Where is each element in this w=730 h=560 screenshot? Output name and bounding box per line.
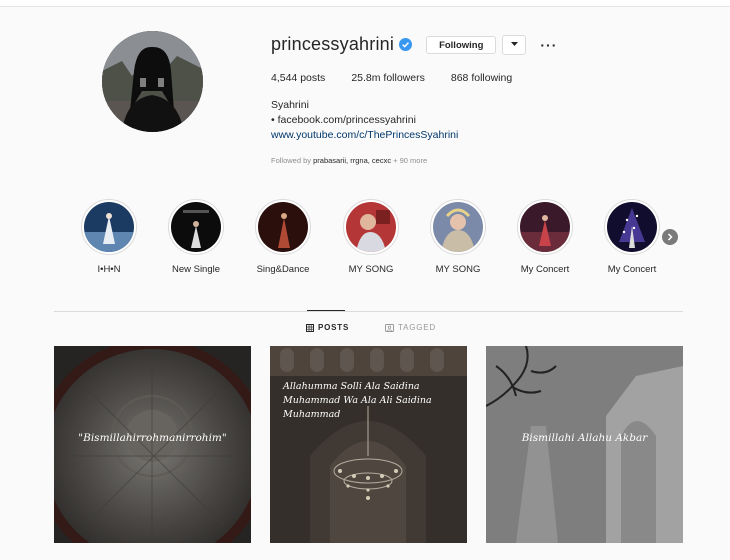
highlight-label: MY SONG [348,264,394,275]
following-button[interactable]: Following [426,35,497,54]
highlight-label: MY SONG [435,264,481,275]
highlight-label: New Single [171,264,221,275]
highlight-ring [81,199,137,255]
chevron-right-icon [667,233,673,241]
highlight-my-concert-1[interactable]: My Concert [506,199,584,275]
highlight-cover [433,202,483,252]
post-image [486,346,683,543]
highlight-ring [168,199,224,255]
followed-by-more: + 90 more [393,156,428,165]
highlight-ring [517,199,573,255]
top-nav-edge [0,0,730,7]
highlight-cover [520,202,570,252]
following-stat[interactable]: 868 following [451,72,512,84]
verified-badge-icon [399,38,413,51]
highlight-cover [607,202,657,252]
highlights-next-button[interactable] [662,229,678,245]
highlight-label: My Concert [520,264,570,275]
highlight-my-concert-2[interactable]: My Concert [593,199,671,275]
avatar-image [102,31,203,132]
tab-posts-label: POSTS [318,323,350,332]
post-tile-2[interactable]: Allahumma Solli Ala Saidina Muhammad Wa … [270,346,467,543]
posts-stat: 4,544 posts [271,72,325,84]
highlight-ring [604,199,660,255]
profile-avatar[interactable] [102,31,203,132]
highlight-new-single[interactable]: New Single [157,199,235,275]
highlight-cover [84,202,134,252]
highlight-ring [430,199,486,255]
tabs-divider [54,311,683,312]
profile-header-row: princessyahrini Following ··· [271,34,557,55]
grid-icon [306,323,314,332]
bio-text: • facebook.com/princessyahrini [271,114,416,126]
highlight-label: My Concert [607,264,657,275]
story-highlights: I•H•N New Single Sing&Dance MY SONG MY S… [70,199,690,279]
tab-tagged-label: TAGGED [398,323,436,332]
following-count: 868 [450,72,469,84]
followers-label: followers [383,72,425,84]
more-options-icon[interactable]: ··· [540,38,557,52]
suggestions-dropdown-button[interactable] [502,34,527,55]
active-tab-indicator [307,310,345,311]
post-tile-3[interactable]: Bismillahi Allahu Akbar [486,346,683,543]
highlight-label: Sing&Dance [256,264,310,275]
post-caption: Allahumma Solli Ala Saidina Muhammad Wa … [283,381,432,420]
tag-icon [385,323,394,332]
highlight-cover [171,202,221,252]
post-caption: "Bismillahirrohmanirrohim" [78,432,227,444]
profile-username: princessyahrini [271,34,395,54]
highlight-ring [255,199,311,255]
followed-by[interactable]: Followed by prabasarii, rrgna, cecxc + 9… [271,156,427,165]
post-image [270,346,467,543]
profile-full-name: Syahrini [271,99,309,111]
highlight-ring [343,199,399,255]
followed-by-names: prabasarii, rrgna, cecxc [313,156,392,165]
external-link[interactable]: www.youtube.com/c/ThePrincesSyahrini [271,128,458,143]
profile-bio: Syahrini • facebook.com/princessyahrini … [271,98,458,143]
highlight-cover [346,202,396,252]
highlight-my-song-1[interactable]: MY SONG [332,199,410,275]
following-label: following [471,72,513,84]
profile-stats: 4,544 posts 25.8m followers 868 followin… [271,72,538,84]
chevron-down-icon [510,42,518,46]
highlight-ihn[interactable]: I•H•N [70,199,148,275]
highlight-my-song-2[interactable]: MY SONG [419,199,497,275]
followers-count: 25.8m [351,72,381,84]
post-image [54,346,251,543]
posts-label: posts [300,72,326,84]
post-tile-1[interactable]: "Bismillahirrohmanirrohim" [54,346,251,543]
post-caption: Bismillahi Allahu Akbar [521,432,648,444]
followers-stat[interactable]: 25.8m followers [351,72,425,84]
posts-count: 4,544 [271,72,298,84]
followed-by-prefix: Followed by [271,156,312,165]
tab-posts[interactable]: POSTS [306,323,349,332]
highlight-sing-dance[interactable]: Sing&Dance [244,199,322,275]
highlight-label: I•H•N [97,264,121,275]
highlight-cover [258,202,308,252]
tab-tagged[interactable]: TAGGED [385,323,436,332]
